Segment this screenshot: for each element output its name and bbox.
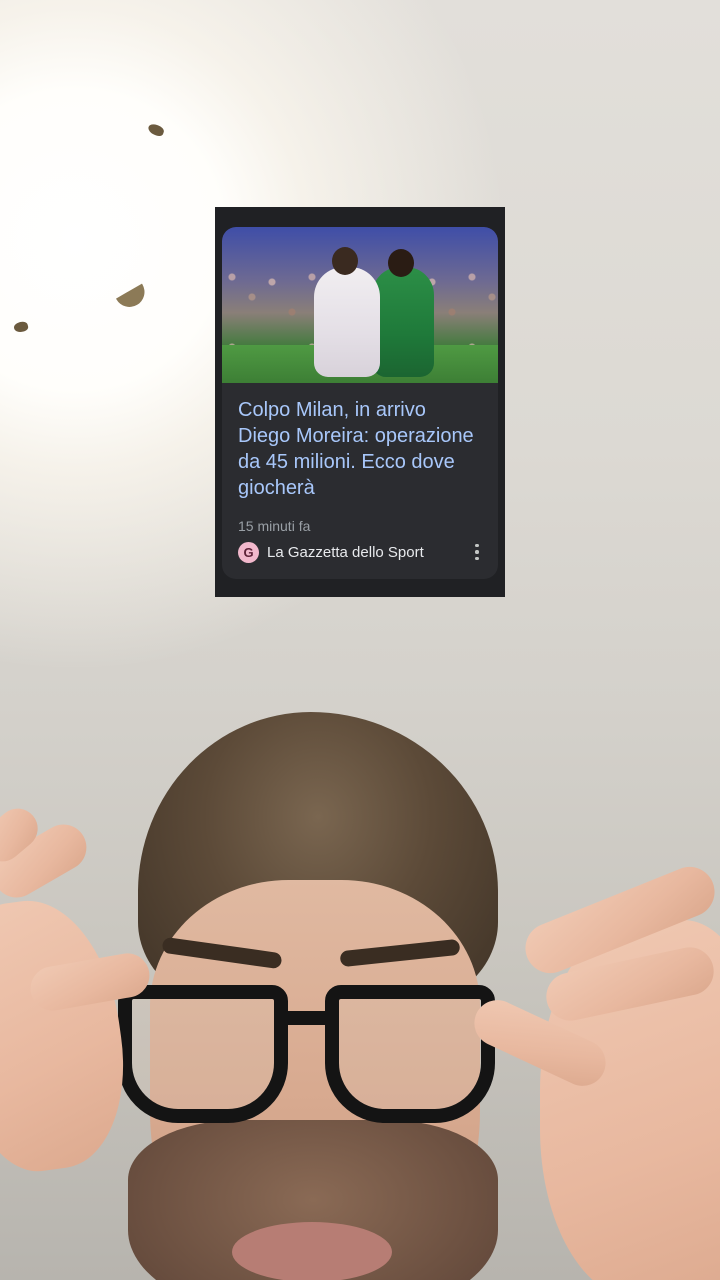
thumbnail-player-head (332, 247, 358, 275)
more-dot (475, 556, 479, 561)
news-card-body[interactable]: Colpo Milan, in arrivo Diego Moreira: op… (222, 227, 498, 579)
thumbnail-player-white (314, 267, 380, 377)
more-dot (475, 550, 479, 554)
thumbnail-player-head (388, 249, 414, 277)
more-vert-icon[interactable] (470, 542, 484, 562)
news-timestamp: 15 minuti fa (238, 518, 311, 534)
ceiling-insect (12, 320, 30, 334)
glasses (100, 985, 520, 1135)
news-card[interactable]: Colpo Milan, in arrivo Diego Moreira: op… (215, 207, 505, 597)
news-source-row: G La Gazzetta dello Sport (238, 541, 484, 563)
background-video-frame (0, 0, 720, 1280)
glasses-lens (325, 985, 495, 1123)
person-mouth (232, 1222, 392, 1280)
glasses-lens (118, 985, 288, 1123)
news-thumbnail[interactable] (222, 227, 498, 383)
ceiling-insect (116, 283, 150, 313)
source-logo-icon: G (238, 541, 259, 563)
left-hand (0, 890, 139, 1180)
more-dot (475, 543, 479, 548)
news-headline[interactable]: Colpo Milan, in arrivo Diego Moreira: op… (222, 383, 498, 501)
thumbnail-player-green (372, 267, 434, 377)
source-name: La Gazzetta dello Sport (267, 543, 424, 561)
ceiling-insect (146, 122, 166, 138)
